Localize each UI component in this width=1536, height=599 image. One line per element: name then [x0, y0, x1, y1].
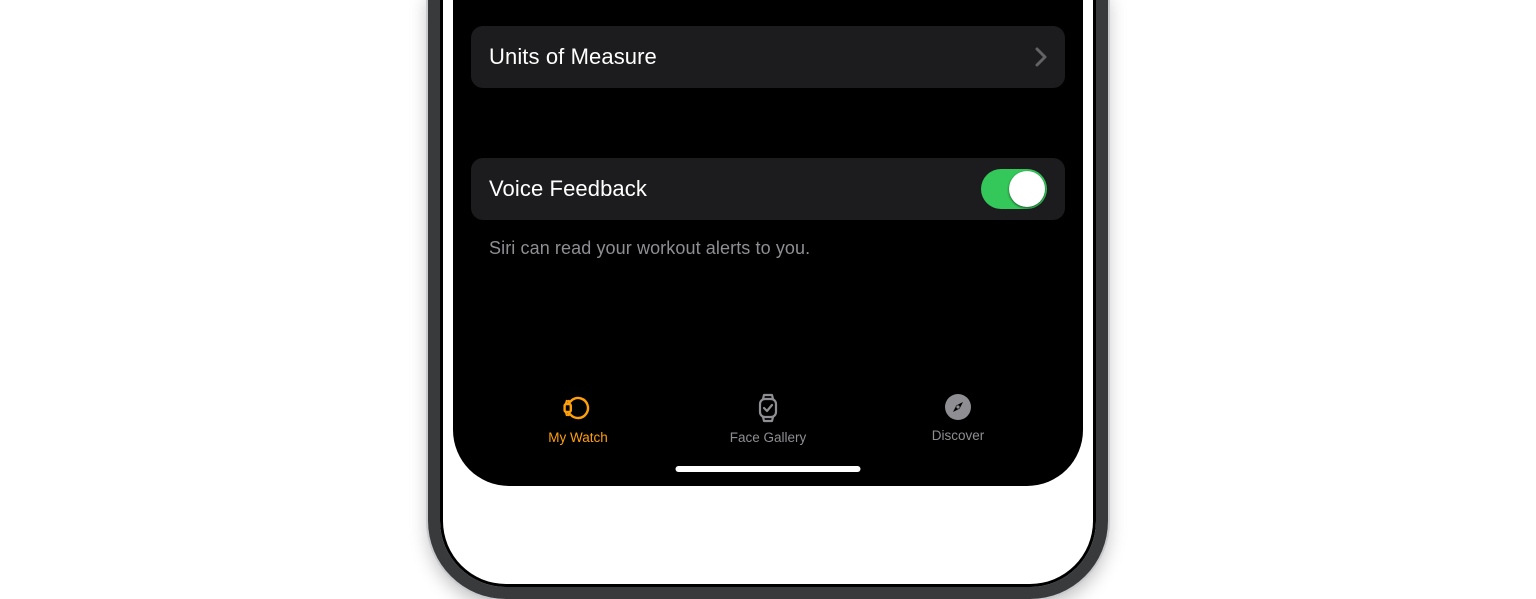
- tab-bar: My Watch Face Gallery: [453, 378, 1083, 486]
- voice-feedback-row: Voice Feedback: [471, 158, 1065, 220]
- chevron-right-icon: [1035, 47, 1047, 67]
- voice-feedback-label: Voice Feedback: [489, 176, 981, 202]
- tab-my-watch[interactable]: My Watch: [483, 392, 673, 445]
- watch-icon: [561, 392, 595, 424]
- tab-face-gallery[interactable]: Face Gallery: [673, 392, 863, 445]
- tab-discover-label: Discover: [932, 428, 985, 443]
- units-of-measure-label: Units of Measure: [489, 44, 1035, 70]
- switch-knob: [1009, 171, 1045, 207]
- home-indicator[interactable]: [676, 466, 861, 472]
- voice-feedback-toggle[interactable]: [981, 169, 1047, 209]
- tab-discover[interactable]: Discover: [863, 392, 1053, 443]
- compass-icon: [943, 392, 973, 422]
- voice-feedback-hint: Siri can read your workout alerts to you…: [489, 238, 1047, 259]
- tab-face-gallery-label: Face Gallery: [730, 430, 807, 445]
- phone-device-frame: Units of Measure Voice Feedback Siri can…: [428, 0, 1108, 499]
- watch-face-icon: [755, 392, 781, 424]
- phone-screen: Units of Measure Voice Feedback Siri can…: [453, 0, 1083, 486]
- units-of-measure-row[interactable]: Units of Measure: [471, 26, 1065, 88]
- tab-my-watch-label: My Watch: [548, 430, 608, 445]
- settings-scroll-content[interactable]: Units of Measure Voice Feedback Siri can…: [453, 0, 1083, 378]
